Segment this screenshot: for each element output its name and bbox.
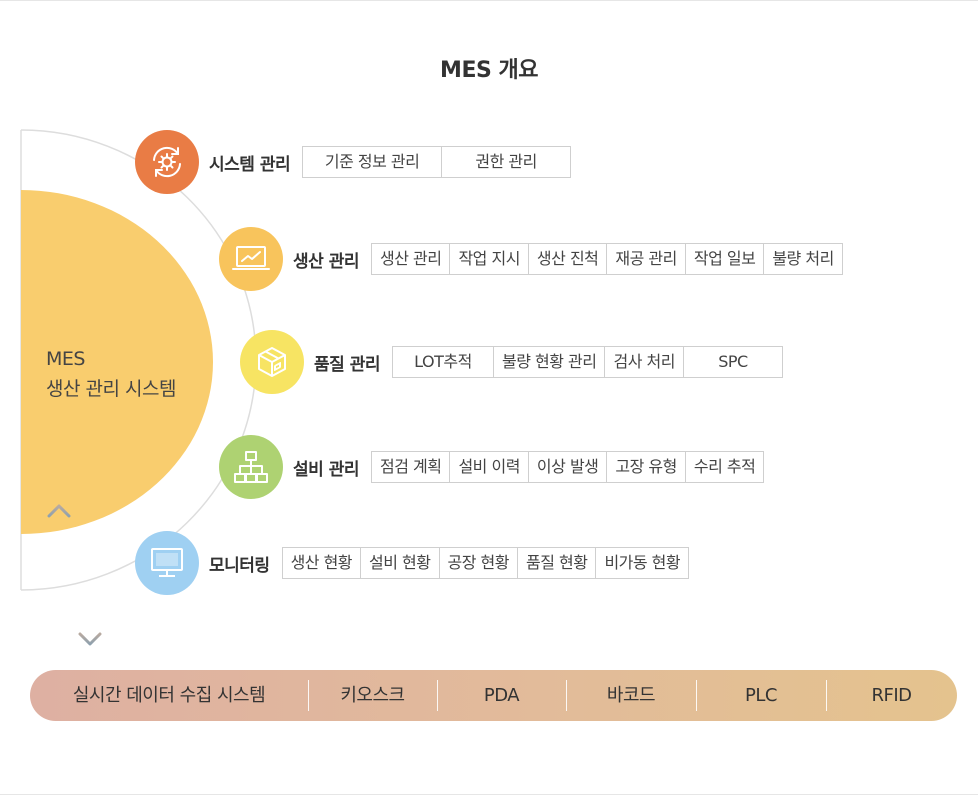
tag-item: 작업 지시 [449, 244, 527, 274]
tag-item: 설비 이력 [449, 452, 527, 482]
module-name: 생산 관리 [293, 251, 359, 272]
module-production: 생산 관리 생산 관리 작업 지시 생산 진척 재공 관리 작업 일보 불량 처… [219, 227, 843, 291]
tag-item: 불량 현황 관리 [492, 347, 605, 377]
down-arrow [78, 504, 102, 646]
module-name: 설비 관리 [293, 459, 359, 480]
box-icon [240, 330, 304, 394]
collection-bar-title: 실시간 데이터 수집 시스템 [72, 685, 266, 706]
module-name: 모니터링 [209, 555, 270, 576]
tag-item: 품질 현황 [516, 548, 595, 578]
hierarchy-icon [219, 435, 283, 499]
core-label: MES 생산 관리 시스템 [46, 344, 176, 404]
tag-group: 점검 계획 설비 이력 이상 발생 고장 유형 수리 추적 [370, 451, 765, 483]
collection-item-plc: PLC [696, 670, 826, 721]
core-label-line1: MES [46, 348, 85, 370]
tag-item: 수리 추적 [684, 452, 763, 482]
collection-item-kiosk: 키오스크 [308, 670, 437, 721]
tag-item: SPC [682, 347, 782, 377]
tag-item: 불량 처리 [763, 244, 841, 274]
collection-item-rfid: RFID [826, 670, 957, 721]
tag-item: 생산 관리 [379, 249, 442, 268]
collection-item-barcode: 바코드 [566, 670, 696, 721]
collection-item-pda: PDA [437, 670, 566, 721]
module-name: 품질 관리 [314, 354, 380, 375]
module-equipment: 설비 관리 점검 계획 설비 이력 이상 발생 고장 유형 수리 추적 [219, 435, 765, 499]
core-label-line2: 생산 관리 시스템 [46, 378, 176, 400]
monitor-chart-icon [219, 227, 283, 291]
tag-item: 생산 현황 [290, 553, 353, 572]
tag-group: 기준 정보 관리 권한 관리 [302, 146, 572, 178]
tag-item: 작업 일보 [684, 244, 763, 274]
desktop-icon [135, 531, 199, 595]
module-monitoring: 모니터링 생산 현황 설비 현황 공장 현황 품질 현황 비가동 현황 [135, 531, 690, 595]
tag-item: LOT추적 [414, 352, 472, 371]
tag-item: 공장 현황 [438, 548, 517, 578]
tag-item: 이상 발생 [527, 452, 606, 482]
tag-item: 재공 관리 [606, 244, 684, 274]
tag-group: 생산 현황 설비 현황 공장 현황 품질 현황 비가동 현황 [281, 547, 690, 579]
tag-item: 고장 유형 [606, 452, 684, 482]
module-quality: 품질 관리 LOT추적 불량 현황 관리 검사 처리 SPC [240, 330, 783, 394]
tag-group: 생산 관리 작업 지시 생산 진척 재공 관리 작업 일보 불량 처리 [370, 243, 843, 275]
tag-item: 생산 진척 [527, 244, 606, 274]
tag-group: LOT추적 불량 현황 관리 검사 처리 SPC [391, 346, 783, 378]
module-system: 시스템 관리 기준 정보 관리 권한 관리 [135, 130, 572, 194]
gear-refresh-icon [135, 130, 199, 194]
tag-item: 점검 계획 [379, 457, 442, 476]
tag-item: 기준 정보 관리 [324, 152, 420, 171]
tag-item: 검사 처리 [604, 347, 682, 377]
tag-item: 권한 관리 [441, 147, 570, 177]
tag-item: 비가동 현황 [595, 548, 688, 578]
tag-item: 설비 현황 [360, 548, 438, 578]
module-name: 시스템 관리 [209, 154, 291, 175]
data-collection-bar: 실시간 데이터 수집 시스템 키오스크 PDA 바코드 PLC RFID [30, 670, 957, 721]
